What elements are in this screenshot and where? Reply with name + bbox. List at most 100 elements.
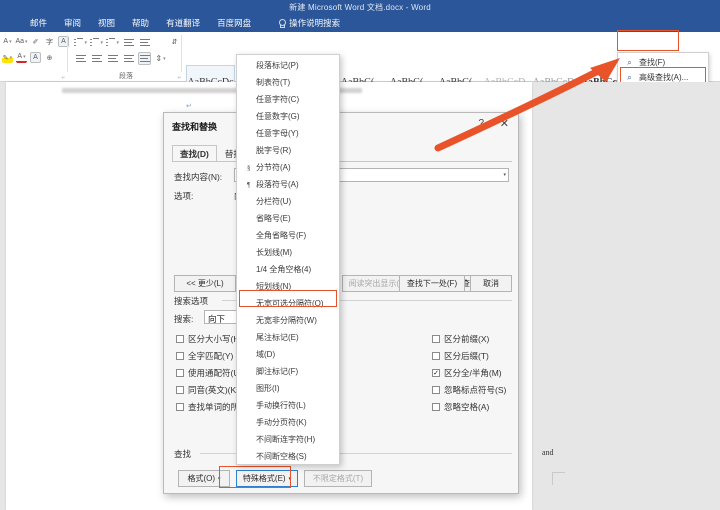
checkbox-box[interactable]: [176, 369, 184, 377]
special-menu-item-full-width-ellipsis[interactable]: 全角省略号(F): [237, 227, 339, 244]
tell-me-search[interactable]: 操作说明搜索: [278, 17, 340, 29]
checkbox-match-fullwidth-halfwidth[interactable]: ✓ 区分全/半角(M): [432, 367, 502, 379]
checkbox-sounds-like[interactable]: 同音(英文)(K): [176, 384, 239, 396]
no-formatting-button[interactable]: 不限定格式(T): [304, 470, 372, 487]
align-right-icon[interactable]: [106, 52, 119, 65]
increase-indent-icon[interactable]: [138, 36, 151, 49]
window-title: 新建 Microsoft Word 文档.docx - Word: [289, 2, 431, 12]
special-menu-item-section-character[interactable]: § 分节符(A): [237, 159, 339, 176]
cancel-button[interactable]: 取消: [470, 275, 512, 292]
special-menu-item-em-dash[interactable]: 长划线(M): [237, 244, 339, 261]
tab-find[interactable]: 查找(D): [172, 145, 217, 162]
special-menu-item-manual-page-break[interactable]: 手动分页符(K): [237, 414, 339, 431]
change-case-icon[interactable]: Aa ▾: [15, 36, 27, 47]
clear-formatting-icon[interactable]: ✐: [30, 36, 41, 47]
ribbon-tab-baidunetdisk[interactable]: 百度网盘: [217, 17, 251, 29]
item-label: 分节符(A): [256, 163, 291, 172]
checkbox-box[interactable]: [432, 403, 440, 411]
special-menu-item-nonbreaking-hyphen[interactable]: 不间断连字符(H): [237, 431, 339, 448]
ribbon-tab-mail[interactable]: 邮件: [30, 17, 47, 29]
justify-icon[interactable]: [122, 52, 135, 65]
special-menu-item-nonbreaking-space[interactable]: 不间断空格(S): [237, 448, 339, 464]
ribbon-tab-youdao[interactable]: 有道翻译: [166, 17, 200, 29]
dialog-title: 查找和替换: [172, 122, 218, 132]
text-boundary-corner: [552, 472, 565, 485]
special-menu-item-no-width-optional-break[interactable]: 无宽可选分隔符(O): [237, 295, 339, 312]
distribute-icon[interactable]: [138, 52, 151, 65]
special-format-menu[interactable]: 段落标记(P) 制表符(T) 任意字符(C) 任意数字(G) 任意字母(Y) 脱…: [236, 54, 340, 465]
chevron-down-icon[interactable]: ▾: [503, 172, 506, 178]
special-menu-item-graphic[interactable]: 图形(I): [237, 380, 339, 397]
checkbox-box[interactable]: [176, 335, 184, 343]
text-highlight-color-icon[interactable]: ✎ ▾: [2, 52, 13, 63]
special-menu-item-caret[interactable]: 脱字号(R): [237, 142, 339, 159]
special-menu-item-endnote-mark[interactable]: 尾注标记(E): [237, 329, 339, 346]
special-menu-item-footnote-mark[interactable]: 脚注标记(F): [237, 363, 339, 380]
title-bar: 新建 Microsoft Word 文档.docx - Word: [0, 0, 720, 14]
ribbon-tab-view[interactable]: 视图: [98, 17, 115, 29]
dialog-tab-underline: [172, 161, 512, 162]
gallery-scroll-up-icon[interactable]: ▲: [600, 66, 605, 72]
decrease-indent-icon[interactable]: [122, 36, 135, 49]
font-dialog-launcher-icon[interactable]: ⌐: [61, 75, 65, 81]
find-next-button[interactable]: 查找下一处(F): [399, 275, 465, 292]
checkbox-whole-word[interactable]: 全字匹配(Y): [176, 350, 233, 362]
item-label: 全角省略号(F): [256, 231, 307, 240]
character-shading-icon[interactable]: A: [30, 52, 41, 63]
ribbon-tab-help[interactable]: 帮助: [132, 17, 149, 29]
checkbox-box[interactable]: [432, 386, 440, 394]
phonetic-guide-icon[interactable]: 字: [44, 36, 55, 47]
find-menu-item-find[interactable]: ⌕ 查找(F): [618, 55, 708, 70]
checkbox-box[interactable]: [432, 352, 440, 360]
enclose-character-icon[interactable]: ⊕: [44, 52, 55, 63]
tell-me-label: 操作说明搜索: [289, 18, 341, 28]
checkbox-box[interactable]: [432, 335, 440, 343]
checkbox-ignore-punctuation[interactable]: 忽略标点符号(S): [432, 384, 506, 396]
special-menu-item-any-character[interactable]: 任意字符(C): [237, 91, 339, 108]
checkbox-box[interactable]: ✓: [432, 369, 440, 377]
ribbon-group-font: A ▾ Aa ▾ ✐ 字 A ✎ ▾ A ▾ A ⊕ ⌐: [0, 32, 69, 82]
format-button[interactable]: 格式(O) ▾: [178, 470, 230, 487]
paragraph-dialog-launcher-icon[interactable]: ⌐: [177, 75, 181, 81]
item-label: 任意字母(Y): [256, 129, 299, 138]
sort-icon[interactable]: ⇵: [169, 36, 180, 47]
special-menu-item-column-break[interactable]: 分栏符(U): [237, 193, 339, 210]
special-menu-item-any-digit[interactable]: 任意数字(G): [237, 108, 339, 125]
special-menu-item-paragraph-mark[interactable]: 段落标记(P): [237, 57, 339, 74]
checkbox-match-prefix[interactable]: 区分前缀(X): [432, 333, 489, 345]
help-icon[interactable]: ?: [478, 118, 484, 129]
checkbox-box[interactable]: [176, 386, 184, 394]
align-left-icon[interactable]: [74, 52, 87, 65]
find-what-label: 查找内容(N):: [174, 172, 223, 182]
font-color-icon[interactable]: A ▾: [16, 52, 27, 63]
special-menu-item-no-width-non-break[interactable]: 无宽非分隔符(W): [237, 312, 339, 329]
checkbox-use-wildcards[interactable]: 使用通配符(U): [176, 367, 242, 379]
special-menu-item-ellipsis[interactable]: 省略号(E): [237, 210, 339, 227]
special-menu-item-tab[interactable]: 制表符(T): [237, 74, 339, 91]
special-menu-item-en-dash[interactable]: 短划线(N): [237, 278, 339, 295]
checkbox-box[interactable]: [176, 352, 184, 360]
special-menu-item-quarter-em-space[interactable]: 1/4 全角空格(4): [237, 261, 339, 278]
item-label: 图形(I): [256, 384, 280, 393]
special-format-button[interactable]: 特殊格式(E) ▾: [236, 470, 298, 487]
less-button[interactable]: << 更少(L): [174, 275, 236, 292]
find-and-replace-dialog[interactable]: 查找和替换 ? ✕ 查找(D) 替换(P) 查找内容(N): ▾ 选项: 向下 …: [163, 112, 519, 494]
special-menu-item-any-letter[interactable]: 任意字母(Y): [237, 125, 339, 142]
close-icon[interactable]: ✕: [500, 117, 509, 130]
checkbox-match-suffix[interactable]: 区分后缀(T): [432, 350, 489, 362]
checkbox-label: 区分大小写(H): [188, 334, 243, 344]
find-group-label: 查找: [174, 448, 195, 460]
text-effects-icon[interactable]: A ▾: [2, 36, 13, 47]
bullets-icon[interactable]: ▾: [74, 36, 87, 49]
multilevel-list-icon[interactable]: ▾: [106, 36, 119, 49]
special-menu-item-paragraph-character[interactable]: ¶ 段落符号(A): [237, 176, 339, 193]
special-menu-item-manual-line-break[interactable]: 手动换行符(L): [237, 397, 339, 414]
align-center-icon[interactable]: [90, 52, 103, 65]
numbering-icon[interactable]: ▾: [90, 36, 103, 49]
ribbon-tab-review[interactable]: 审阅: [64, 17, 81, 29]
line-spacing-icon[interactable]: ⇕ ▾: [154, 52, 167, 65]
checkbox-ignore-whitespace[interactable]: 忽略空格(A): [432, 401, 489, 413]
special-menu-item-field[interactable]: 域(D): [237, 346, 339, 363]
checkbox-box[interactable]: [176, 403, 184, 411]
checkbox-match-case[interactable]: 区分大小写(H): [176, 333, 242, 345]
